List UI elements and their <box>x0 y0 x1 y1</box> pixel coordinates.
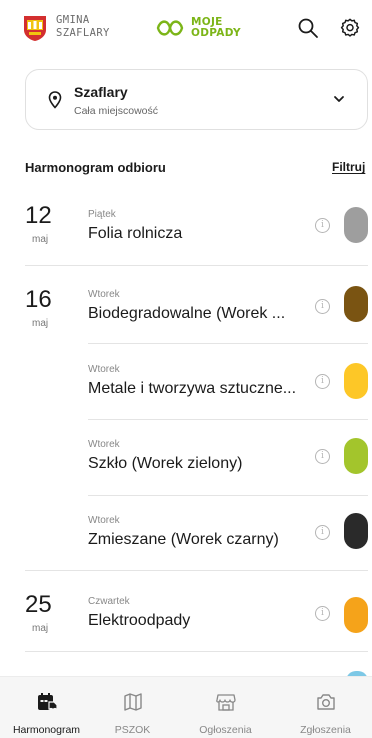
month-label: maj <box>32 318 49 329</box>
bin-color-indicator <box>344 207 368 243</box>
bin-color-indicator <box>344 513 368 549</box>
schedule-title: Harmonogram odbioru <box>25 160 166 175</box>
search-icon <box>298 18 318 38</box>
info-icon[interactable]: i <box>315 449 330 464</box>
gear-icon <box>340 18 360 37</box>
location-pin-icon <box>48 91 62 109</box>
bin-color-indicator <box>344 438 368 474</box>
info-icon[interactable]: i <box>315 525 330 540</box>
app-logo: MOJE ODPADY <box>155 12 241 44</box>
bin-color-indicator <box>344 363 368 399</box>
nav-label: PSZOK <box>114 724 151 736</box>
location-selector[interactable]: Szaflary Cała miejscowość <box>25 69 368 130</box>
location-name: Szaflary <box>74 84 128 100</box>
app-header: GMINA SZAFLARY MOJE ODPADY <box>0 0 372 60</box>
info-icon[interactable]: i <box>315 299 330 314</box>
schedule-entry[interactable]: Wtorek Szkło (Worek zielony) i <box>0 420 372 495</box>
municipality-name: GMINA SZAFLARY <box>56 14 110 39</box>
waste-type-label: Biodegradowalne (Worek ... <box>88 305 286 322</box>
day-number: 16 <box>25 286 52 313</box>
day-number: 12 <box>25 202 52 229</box>
waste-type-label: Folia rolnicza <box>88 225 183 242</box>
divider <box>25 651 368 652</box>
weekday-label: Wtorek <box>88 364 120 375</box>
location-subtitle: Cała miejscowość <box>74 105 159 117</box>
day-number: 25 <box>25 591 52 618</box>
nav-label: Harmonogram <box>12 724 81 736</box>
app-logo-text: MOJE ODPADY <box>191 16 241 39</box>
waste-type-label: Elektroodpady <box>88 612 191 629</box>
waste-type-label: Szkło (Worek zielony) <box>88 455 243 472</box>
weekday-label: Wtorek <box>88 515 120 526</box>
calendar-truck-icon <box>37 693 58 712</box>
bin-color-indicator <box>344 286 368 322</box>
nav-tab-harmonogram[interactable]: Harmonogram <box>0 677 93 738</box>
weekday-label: Wtorek <box>88 439 120 450</box>
leaf-logo-icon <box>156 20 184 36</box>
nav-label: Zgłoszenia <box>300 724 351 736</box>
info-icon[interactable]: i <box>315 218 330 233</box>
weekday-label: Piątek <box>88 209 116 220</box>
schedule-entry[interactable]: Wtorek Metale i tworzywa sztuczne... i <box>0 344 372 419</box>
info-icon[interactable]: i <box>315 374 330 389</box>
settings-button[interactable] <box>336 14 364 42</box>
chevron-down-icon <box>334 96 344 102</box>
weekday-label: Wtorek <box>88 289 120 300</box>
nav-label: Ogłoszenia <box>199 724 252 736</box>
search-button[interactable] <box>294 14 322 42</box>
camera-icon <box>316 694 335 710</box>
schedule-entry[interactable]: 12 maj Piątek Folia rolnicza i <box>0 188 372 265</box>
store-icon <box>215 694 236 711</box>
weekday-label: Czwartek <box>88 596 130 607</box>
schedule-entry[interactable]: 16 maj Wtorek Biodegradowalne (Worek ...… <box>0 266 372 343</box>
bottom-navigation: Harmonogram PSZOK Ogłoszenia Zgłoszenia <box>0 676 372 738</box>
nav-tab-ogloszenia[interactable]: Ogłoszenia <box>179 677 272 738</box>
bin-color-indicator <box>344 597 368 633</box>
schedule-entry[interactable]: 25 maj Czwartek Elektroodpady i <box>0 571 372 651</box>
nav-tab-zgloszenia[interactable]: Zgłoszenia <box>279 677 372 738</box>
month-label: maj <box>32 623 49 634</box>
filter-link[interactable]: Filtruj <box>332 160 365 174</box>
waste-type-label: Zmieszane (Worek czarny) <box>88 531 279 548</box>
coat-of-arms-icon <box>24 16 46 41</box>
info-icon[interactable]: i <box>315 606 330 621</box>
schedule-entry[interactable]: Wtorek Zmieszane (Worek czarny) i <box>0 496 372 571</box>
month-label: maj <box>32 234 49 245</box>
map-icon <box>123 693 142 711</box>
nav-tab-pszok[interactable]: PSZOK <box>86 677 179 738</box>
waste-type-label: Metale i tworzywa sztuczne... <box>88 380 297 397</box>
